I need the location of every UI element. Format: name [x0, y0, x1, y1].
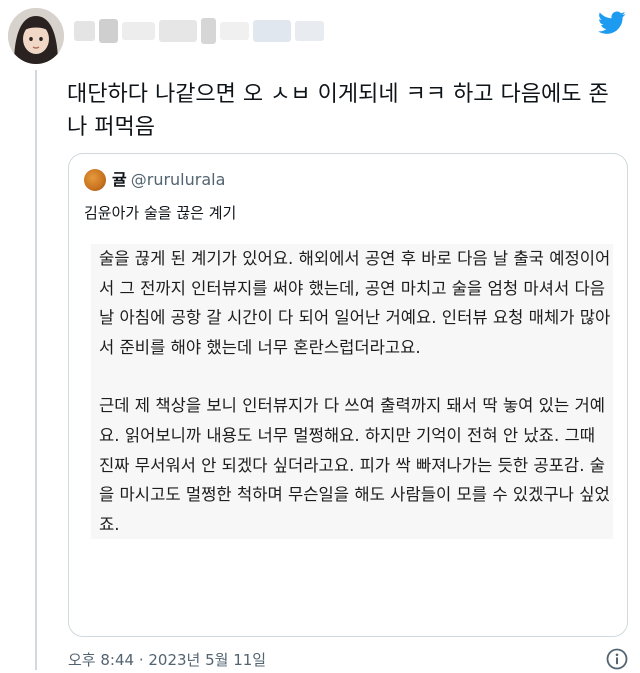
quoted-author[interactable]: 귤 @rurulurala	[112, 168, 225, 192]
tweet-timestamp[interactable]: 오후 8:44 · 2023년 5월 11일	[68, 650, 266, 670]
twitter-bird-icon[interactable]	[598, 11, 626, 35]
quoted-image[interactable]: 술을 끊게 된 계기가 있어요. 해외에서 공연 후 바로 다음 날 출국 예정…	[91, 244, 613, 540]
quoted-image-paragraph-1: 술을 끊게 된 계기가 있어요. 해외에서 공연 후 바로 다음 날 출국 예정…	[99, 249, 611, 357]
author-avatar[interactable]	[8, 8, 64, 64]
thread-line	[35, 70, 37, 670]
quoted-author-name: 귤	[112, 170, 127, 189]
tweet-text: 대단하다 나같으면 오 ㅅㅂ 이게되네 ㅋㅋ 하고 다음에도 존나 퍼먹음	[67, 82, 609, 140]
quoted-author-avatar[interactable]	[84, 169, 106, 191]
info-icon[interactable]	[606, 648, 628, 670]
blurred-author-name	[74, 10, 324, 52]
quoted-tweet-card[interactable]: 귤 @rurulurala 김윤아가 술을 끊은 계기 술을 끊게 된 계기가 있…	[68, 153, 628, 637]
quoted-author-handle: @rurulurala	[130, 170, 226, 189]
quoted-image-paragraph-2: 근데 제 책상을 보니 인터뷰지가 다 쓰여 출력까지 돼서 딱 놓여 있는 거…	[99, 396, 610, 534]
quoted-tweet-text: 김윤아가 술을 끊은 계기	[84, 204, 237, 222]
